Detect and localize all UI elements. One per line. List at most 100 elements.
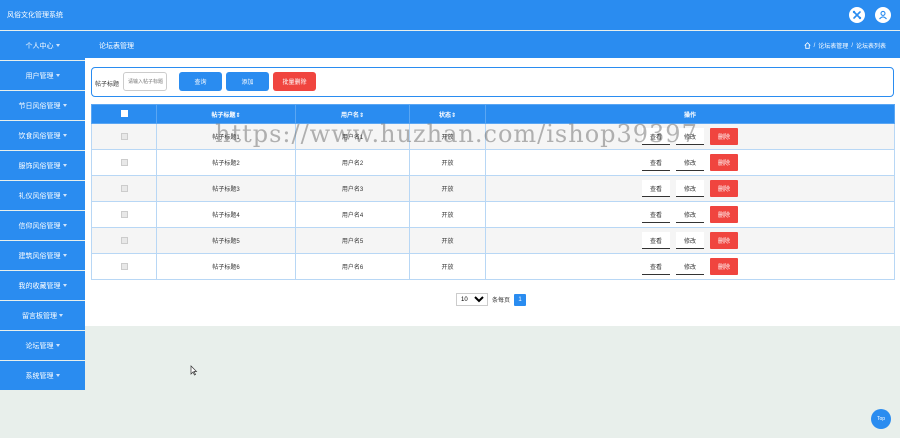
chevron-down-icon — [62, 164, 67, 167]
cell-status: 开放 — [409, 201, 486, 228]
cell-status: 开放 — [409, 123, 486, 150]
chevron-down-icon — [59, 314, 63, 317]
sidebar-item-label: 服饰风俗管理 — [18, 162, 61, 170]
row-checkbox[interactable] — [120, 236, 128, 244]
sidebar-item-belief[interactable]: 信仰风俗管理 — [0, 211, 85, 240]
page-number-button[interactable]: 1 — [514, 293, 527, 306]
breadcrumb-sep: / — [851, 42, 853, 49]
table-row: 帖子标题3 用户名3 开放 查看 修改 删除 — [91, 175, 895, 202]
edit-button[interactable]: 修改 — [676, 154, 704, 171]
chevron-down-icon — [62, 134, 67, 137]
delete-button[interactable]: 删除 — [710, 206, 738, 223]
cell-status: 开放 — [409, 149, 486, 176]
cell-username: 用户名6 — [295, 253, 410, 280]
cell-status: 开放 — [409, 175, 486, 202]
sidebar-item-label: 我的收藏管理 — [18, 282, 61, 290]
sidebar-item-clothing[interactable]: 服饰风俗管理 — [0, 151, 85, 180]
sidebar-item-festival[interactable]: 节日风俗管理 — [0, 91, 85, 120]
select-all-cell — [91, 104, 157, 124]
chevron-down-icon — [62, 194, 67, 197]
sidebar-item-favorites[interactable]: 我的收藏管理 — [0, 271, 85, 300]
sidebar-item-guestbook[interactable]: 留言板管理 — [0, 301, 85, 330]
search-input[interactable] — [123, 72, 167, 91]
row-checkbox-cell — [91, 227, 157, 254]
page-title: 论坛表管理 — [99, 43, 134, 50]
pagination: 10 条每页 1 — [456, 293, 527, 306]
delete-button[interactable]: 删除 — [710, 128, 738, 145]
sidebar-item-label: 用户管理 — [25, 72, 54, 80]
table-row: 帖子标题1 用户名1 开放 查看 修改 删除 — [91, 123, 895, 150]
edit-button[interactable]: 修改 — [676, 180, 704, 197]
column-header-status[interactable]: 状态⇕ — [409, 104, 486, 124]
sidebar-item-architecture[interactable]: 建筑风俗管理 — [0, 241, 85, 270]
view-button[interactable]: 查看 — [642, 206, 670, 223]
row-checkbox-cell — [91, 123, 157, 150]
row-checkbox-cell — [91, 149, 157, 176]
page-size-select[interactable]: 10 — [456, 293, 488, 306]
top-bar: 风俗文化管理系统 — [0, 0, 900, 30]
chevron-down-icon — [55, 374, 60, 377]
sidebar-item-label: 礼仪风俗管理 — [18, 192, 61, 200]
delete-button[interactable]: 删除 — [710, 232, 738, 249]
sidebar-item-label: 个人中心 — [25, 42, 54, 50]
breadcrumb-item[interactable]: 论坛表列表 — [856, 41, 886, 50]
delete-button[interactable]: 删除 — [710, 258, 738, 275]
edit-button[interactable]: 修改 — [676, 128, 704, 145]
cell-username: 用户名1 — [295, 123, 410, 150]
query-button[interactable]: 查询 — [179, 72, 222, 91]
column-header-title[interactable]: 帖子标题⇕ — [156, 104, 296, 124]
cell-username: 用户名2 — [295, 149, 410, 176]
cell-title: 帖子标题3 — [156, 175, 296, 202]
user-icon[interactable] — [875, 7, 891, 23]
breadcrumb-item[interactable]: 论坛表管理 — [818, 41, 848, 50]
table-header: 帖子标题⇕ 用户名⇕ 状态⇕ 操作 — [91, 104, 895, 124]
cell-actions: 查看 修改 删除 — [485, 123, 895, 150]
sidebar-item-label: 留言板管理 — [22, 312, 57, 320]
view-button[interactable]: 查看 — [642, 154, 670, 171]
batch-delete-button[interactable]: 批量删除 — [273, 72, 316, 91]
tools-icon[interactable] — [849, 7, 865, 23]
row-checkbox[interactable] — [120, 210, 128, 218]
forum-table: 帖子标题⇕ 用户名⇕ 状态⇕ 操作 帖子标题1 用户名1 开放 查看 修改 删除 帖… — [91, 104, 895, 280]
edit-button[interactable]: 修改 — [676, 232, 704, 249]
select-all-checkbox[interactable] — [120, 110, 128, 118]
sidebar-item-forum[interactable]: 论坛管理 — [0, 331, 85, 360]
row-checkbox-cell — [91, 175, 157, 202]
sidebar-item-etiquette[interactable]: 礼仪风俗管理 — [0, 181, 85, 210]
sidebar-item-label: 节日风俗管理 — [18, 102, 61, 110]
sidebar-item-users[interactable]: 用户管理 — [0, 61, 85, 90]
delete-button[interactable]: 删除 — [710, 180, 738, 197]
delete-button[interactable]: 删除 — [710, 154, 738, 171]
chevron-down-icon — [62, 254, 67, 257]
view-button[interactable]: 查看 — [642, 128, 670, 145]
row-checkbox[interactable] — [120, 132, 128, 140]
back-to-top-button[interactable]: Top — [871, 409, 891, 429]
cell-status: 开放 — [409, 253, 486, 280]
column-header-username[interactable]: 用户名⇕ — [295, 104, 410, 124]
view-button[interactable]: 查看 — [642, 258, 670, 275]
search-bar: 帖子标题 查询 添加 批量删除 — [91, 67, 894, 97]
sidebar-item-food[interactable]: 饮食风俗管理 — [0, 121, 85, 150]
sidebar-item-system[interactable]: 系统管理 — [0, 361, 85, 390]
row-checkbox[interactable] — [120, 158, 128, 166]
sidebar-item-label: 系统管理 — [25, 372, 54, 380]
page-header: 论坛表管理 / 论坛表管理 / 论坛表列表 — [85, 31, 900, 58]
edit-button[interactable]: 修改 — [676, 206, 704, 223]
cell-actions: 查看 修改 删除 — [485, 149, 895, 176]
view-button[interactable]: 查看 — [642, 232, 670, 249]
cell-title: 帖子标题1 — [156, 123, 296, 150]
home-icon[interactable] — [804, 42, 811, 49]
row-checkbox[interactable] — [120, 262, 128, 270]
column-header-actions: 操作 — [485, 104, 895, 124]
edit-button[interactable]: 修改 — [676, 258, 704, 275]
sidebar-item-profile[interactable]: 个人中心 — [0, 31, 85, 60]
add-button[interactable]: 添加 — [226, 72, 269, 91]
view-button[interactable]: 查看 — [642, 180, 670, 197]
sidebar: 个人中心 用户管理 节日风俗管理 饮食风俗管理 服饰风俗管理 礼仪风俗管理 信仰… — [0, 31, 85, 390]
cell-username: 用户名3 — [295, 175, 410, 202]
app-title: 风俗文化管理系统 — [7, 12, 63, 19]
row-checkbox[interactable] — [120, 184, 128, 192]
table-row: 帖子标题2 用户名2 开放 查看 修改 删除 — [91, 149, 895, 176]
chevron-down-icon — [62, 284, 67, 287]
sidebar-item-label: 饮食风俗管理 — [18, 132, 61, 140]
